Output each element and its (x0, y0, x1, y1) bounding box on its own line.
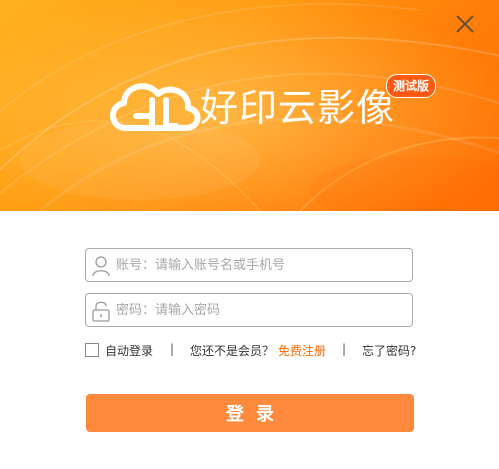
password-input[interactable] (116, 294, 406, 326)
account-field[interactable] (85, 248, 413, 282)
lock-icon (92, 301, 110, 322)
beta-badge: 测试版 (386, 74, 437, 98)
login-window: 好印云影像 测试版 自动登录 | 您还不是会员？ 免费注册 | 忘了密码? 登录 (0, 0, 499, 469)
separator: | (342, 342, 347, 356)
brand-name: 好印云影像 (200, 86, 396, 130)
auto-login-checkbox[interactable] (85, 343, 99, 357)
separator: | (170, 342, 175, 356)
auto-login-label[interactable]: 自动登录 (105, 342, 153, 359)
forgot-password-link[interactable]: 忘了密码? (362, 342, 416, 359)
header-banner: 好印云影像 测试版 (0, 0, 499, 211)
not-member-text: 您还不是会员？ (190, 344, 275, 358)
account-input[interactable] (116, 249, 406, 281)
password-field[interactable] (85, 293, 413, 327)
user-icon (92, 256, 110, 277)
close-icon[interactable] (453, 12, 477, 36)
register-link[interactable]: 免费注册 (278, 342, 326, 359)
login-button[interactable]: 登录 (86, 394, 414, 432)
login-options: 自动登录 | 您还不是会员？ 免费注册 | 忘了密码? (85, 341, 419, 361)
